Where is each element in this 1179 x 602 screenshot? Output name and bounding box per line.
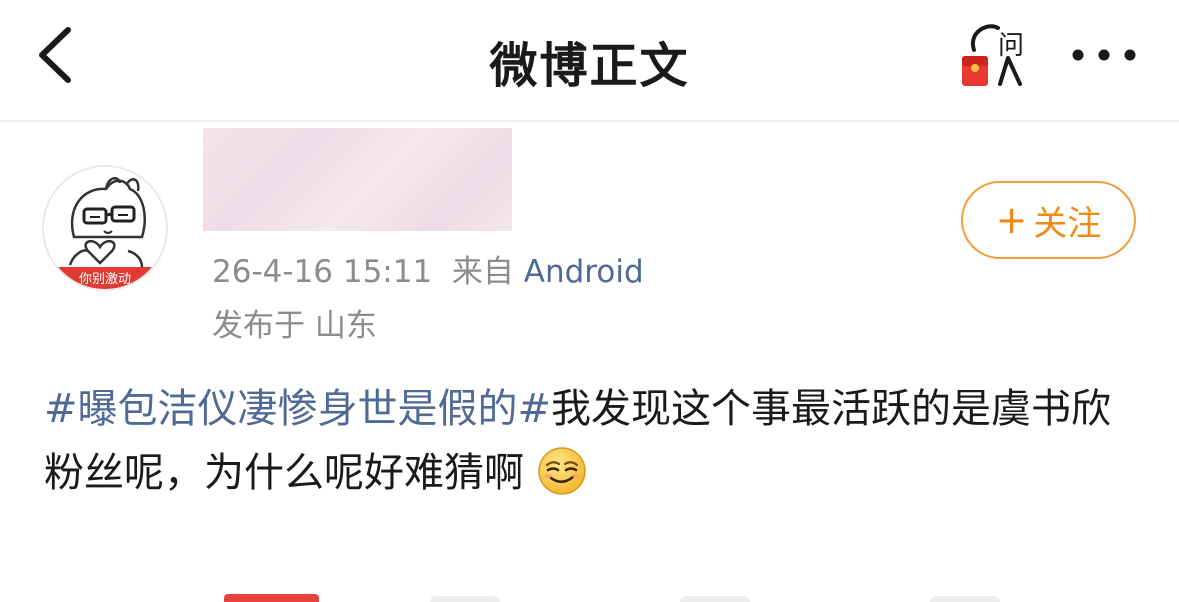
follow-button[interactable]: + 关注 (961, 181, 1136, 259)
red-packet-ask-icon: 问 (962, 24, 1024, 86)
more-button[interactable] (1066, 30, 1142, 80)
more-dots-icon (1072, 49, 1136, 61)
post-source-link[interactable]: Android (524, 254, 644, 290)
peek-grey-item (430, 596, 500, 602)
peek-grey-item (680, 596, 750, 602)
author-avatar[interactable]: 你别激动 (42, 165, 168, 291)
peek-red-badge (224, 594, 319, 602)
post-location: 发布于 山东 (212, 308, 377, 344)
bottom-toolbar-peek (0, 590, 1179, 602)
post-meta: 26-4-16 15:11 来自 Android (212, 246, 644, 291)
top-nav-bar: 微博正文 问 (0, 0, 1179, 122)
source-prefix: 来自 (451, 254, 514, 290)
ask-button[interactable]: 问 (954, 18, 1034, 90)
peek-grey-item (930, 596, 1000, 602)
hashtag-link[interactable]: #曝包洁仪凄惨身世是假的# (44, 386, 551, 432)
smirk-emoji-icon (537, 447, 586, 495)
plus-icon: + (995, 198, 1028, 242)
post-timestamp: 26-4-16 15:11 (212, 254, 433, 290)
avatar-caption: 你别激动 (79, 272, 131, 287)
author-username-blurred[interactable] (203, 128, 512, 231)
post-text: #曝包洁仪凄惨身世是假的#我发现这个事最活跃的是虞书欣粉丝呢，为什么呢好难猜啊 (44, 377, 1144, 505)
follow-label: 关注 (1033, 203, 1102, 244)
avatar-illustration: 你别激动 (44, 167, 166, 289)
weibo-post-page: 微博正文 问 你别激动 26-4-16 15:11 来自 Android 发布于… (0, 0, 1179, 602)
ask-label: 问 (998, 31, 1024, 61)
